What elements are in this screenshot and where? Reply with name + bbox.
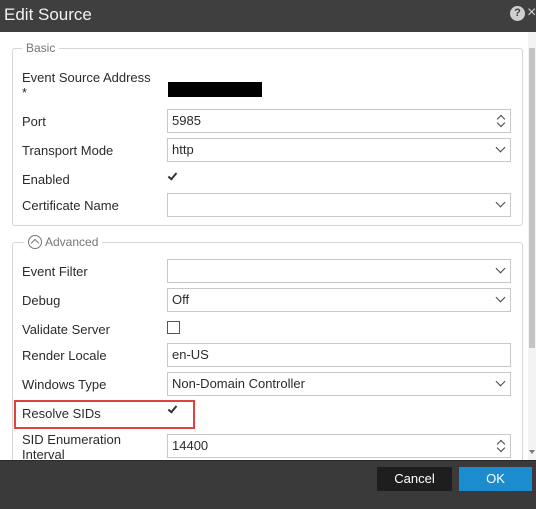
event-source-address-field[interactable] — [168, 82, 262, 97]
cancel-button[interactable]: Cancel — [377, 467, 452, 491]
event-source-address-label-text: Event Source Address — [22, 70, 151, 85]
chevron-down-icon — [495, 376, 506, 387]
port-stepper[interactable]: 5985 — [167, 109, 511, 133]
close-icon[interactable]: × — [527, 4, 536, 22]
chevron-down-icon — [495, 197, 506, 208]
event-filter-select[interactable] — [167, 259, 511, 283]
windows-type-select[interactable]: Non-Domain Controller — [167, 372, 511, 396]
certificate-name-label: Certificate Name — [22, 198, 119, 213]
render-locale-input[interactable]: en-US — [167, 343, 511, 367]
enabled-label: Enabled — [22, 172, 70, 187]
dialog-title: Edit Source — [4, 5, 92, 24]
certificate-name-select[interactable] — [167, 193, 511, 217]
dialog-titlebar: Edit Source ? × — [0, 0, 536, 32]
scrollbar-thumb[interactable] — [529, 48, 535, 348]
sid-enumeration-interval-value: 14400 — [172, 438, 209, 453]
enabled-checkbox[interactable] — [167, 170, 180, 184]
sid-enumeration-interval-stepper[interactable]: 14400 — [167, 434, 511, 458]
advanced-legend-text: Advanced — [45, 235, 99, 249]
debug-label: Debug — [22, 293, 61, 308]
sid-enumeration-interval-label-line2: Interval — [22, 447, 65, 460]
sid-enumeration-interval-label-line1: SID Enumeration — [22, 432, 121, 447]
validate-server-checkbox[interactable] — [167, 321, 180, 334]
windows-type-value: Non-Domain Controller — [172, 376, 305, 391]
checkmark-icon — [167, 170, 178, 181]
dialog-content: Basic Event Source Address * Port 5985 T… — [0, 32, 536, 460]
port-label: Port — [22, 114, 46, 129]
basic-legend: Basic — [22, 41, 60, 55]
chevron-down-icon — [495, 292, 506, 303]
event-filter-label: Event Filter — [22, 264, 88, 279]
render-locale-value: en-US — [172, 347, 209, 362]
ok-button[interactable]: OK — [459, 467, 532, 491]
help-icon[interactable]: ? — [510, 6, 525, 21]
resolve-sids-highlight — [14, 400, 195, 429]
collapse-chevron-icon[interactable] — [28, 235, 42, 249]
port-value: 5985 — [172, 113, 201, 128]
dialog-footer: Cancel OK — [0, 460, 536, 509]
transport-mode-select[interactable]: http — [167, 138, 511, 162]
validate-server-label: Validate Server — [22, 322, 110, 337]
chevron-down-icon — [495, 263, 506, 274]
chevron-down-icon — [495, 142, 506, 153]
debug-select[interactable]: Off — [167, 288, 511, 312]
debug-value: Off — [172, 292, 190, 307]
sid-enumeration-interval-label: SID Enumeration Interval — [22, 432, 121, 460]
required-marker: * — [22, 85, 28, 100]
scroll-down-icon[interactable] — [529, 450, 535, 454]
transport-mode-label: Transport Mode — [22, 143, 114, 158]
windows-type-label: Windows Type — [22, 377, 107, 392]
transport-mode-value: http — [172, 142, 194, 157]
spinner-icon[interactable] — [496, 113, 505, 129]
event-source-address-label: Event Source Address * — [22, 70, 151, 100]
spinner-icon[interactable] — [496, 438, 505, 454]
advanced-legend[interactable]: Advanced — [24, 235, 103, 249]
render-locale-label: Render Locale — [22, 348, 107, 363]
